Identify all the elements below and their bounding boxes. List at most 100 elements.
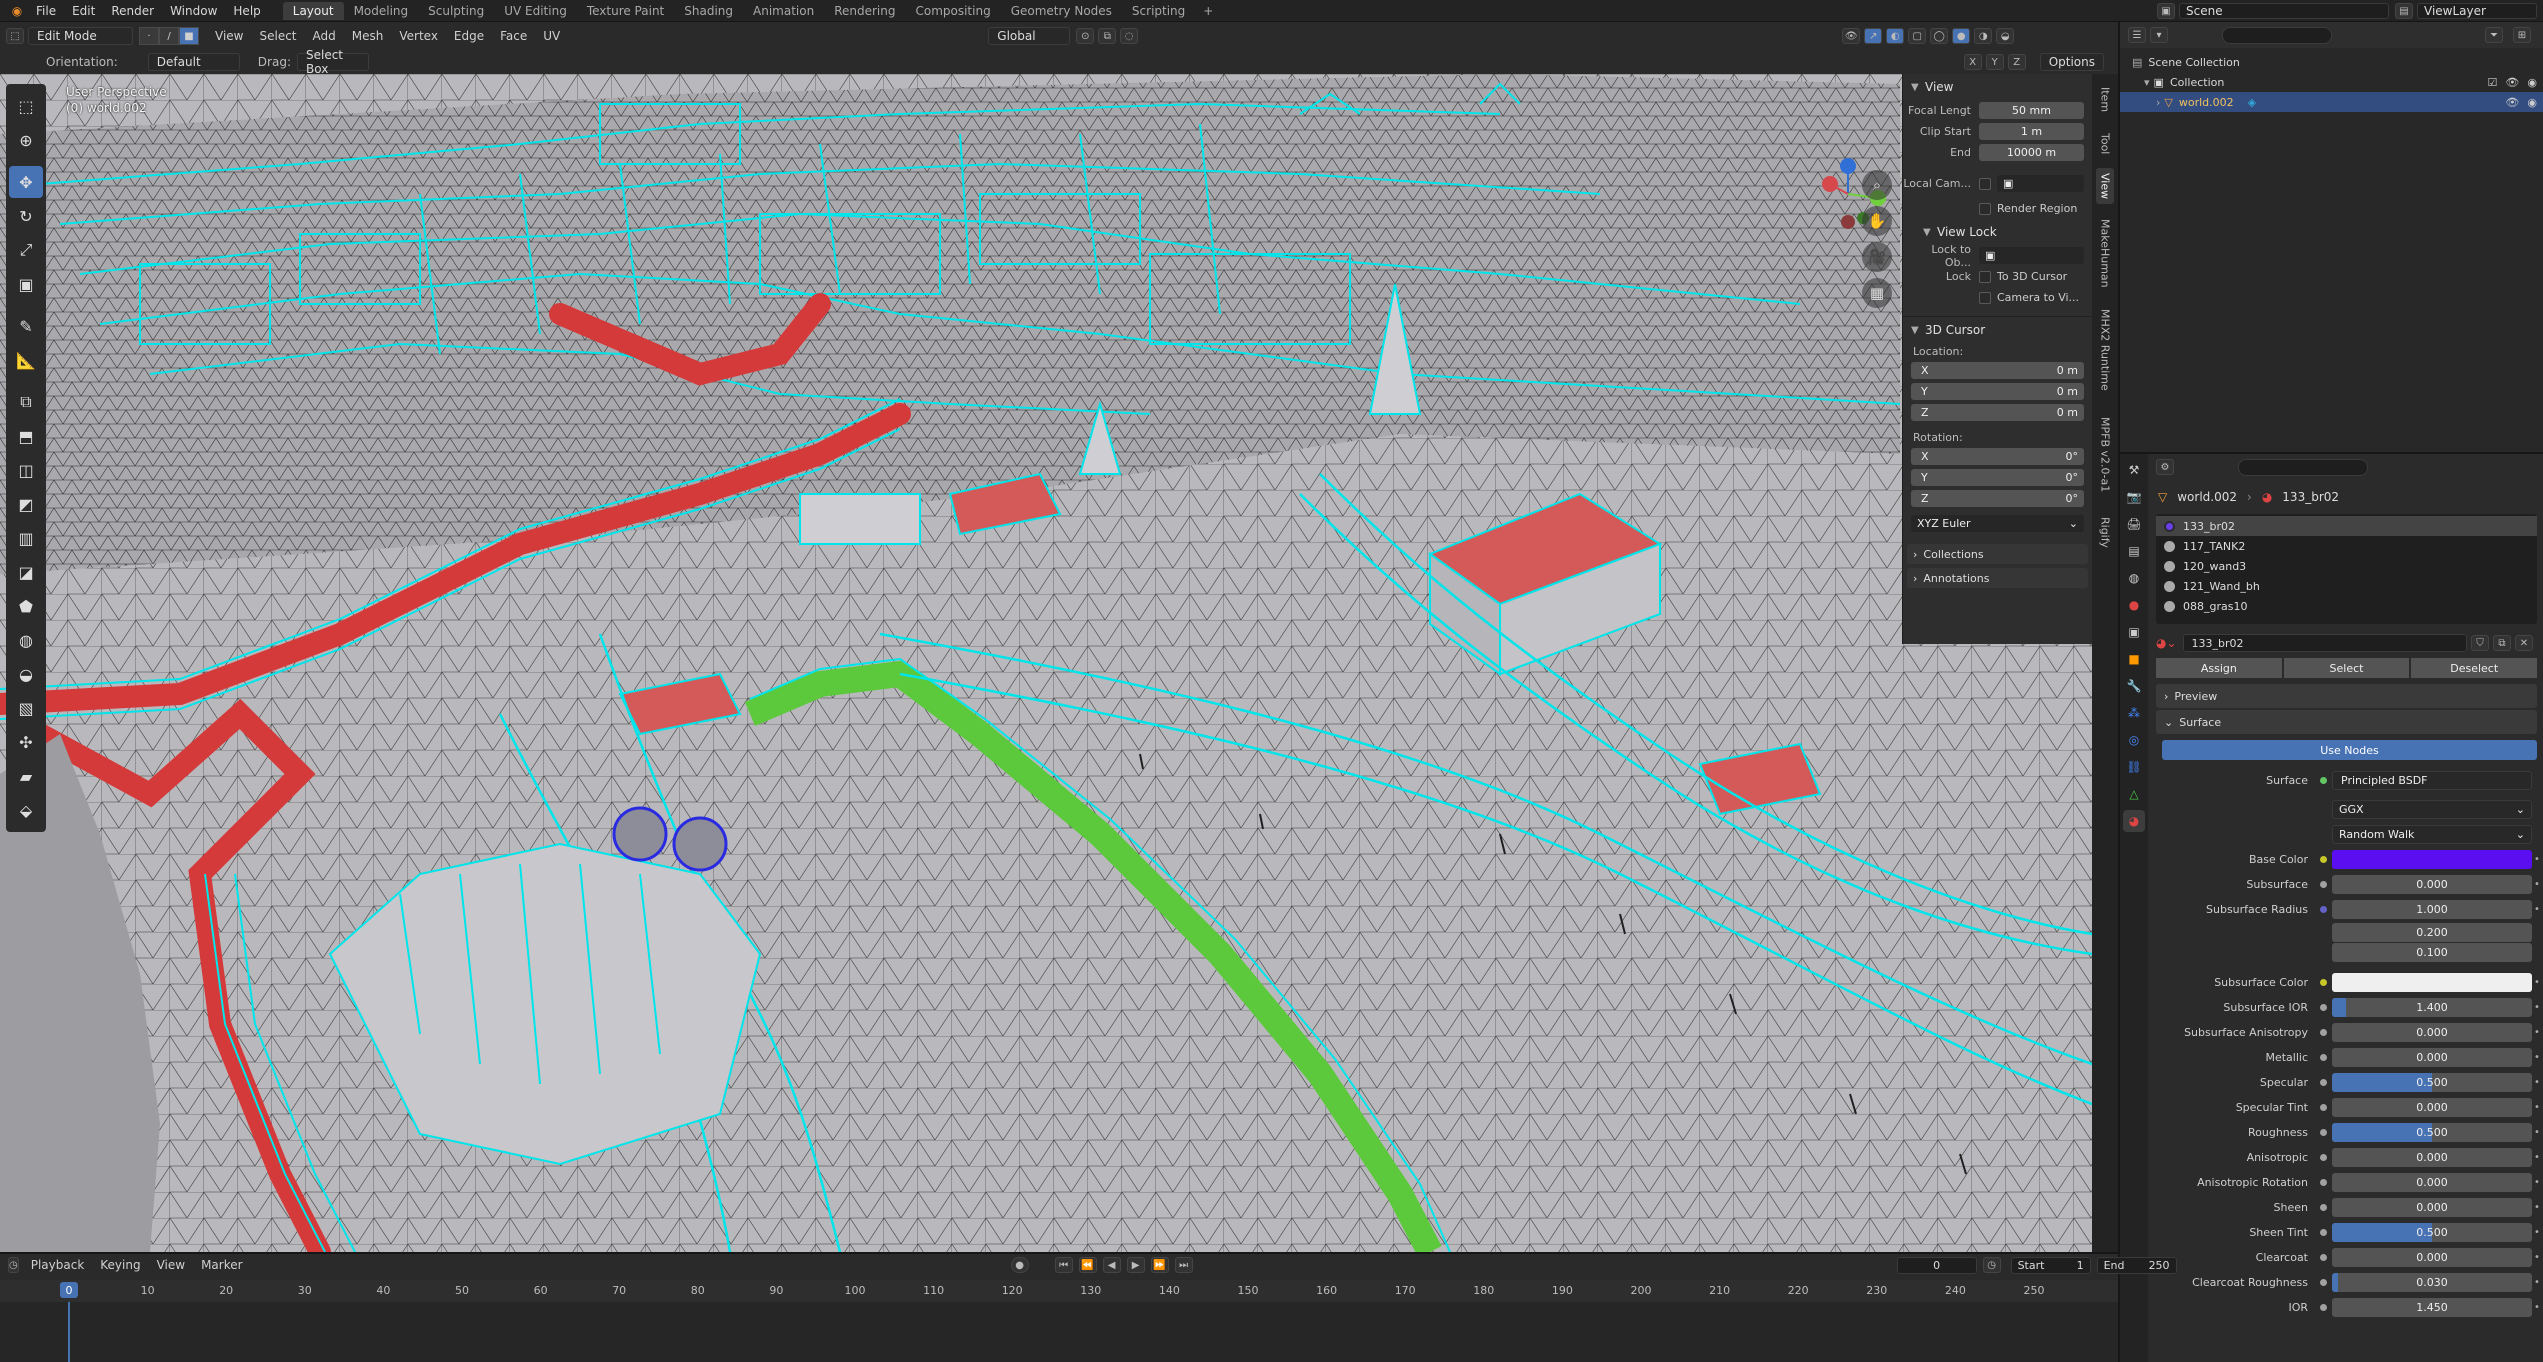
properties-editor-icon[interactable]: ⚙ [2156,459,2174,475]
object-render-icon[interactable]: ◉ [2527,96,2537,109]
timeline-menu-playback[interactable]: Playback [23,1258,93,1272]
jump-start-icon[interactable]: ⏮ [1054,1257,1073,1273]
menu-render[interactable]: Render [103,4,162,18]
filter-icon[interactable]: ⏷ [2485,27,2503,43]
tab-uv-editing[interactable]: UV Editing [494,2,577,20]
start-frame-field[interactable]: Start 1 [2010,1256,2091,1274]
shear-tool-icon[interactable]: ▰ [9,760,43,792]
scene-properties-icon[interactable]: ◍ [2123,567,2145,589]
timeline-track-area[interactable] [0,1302,2118,1362]
material-slot[interactable]: 120_wand3 [2156,556,2537,576]
tab-layout[interactable]: Layout [282,1,344,20]
inset-tool-icon[interactable]: ◫ [9,454,43,486]
sidebar-tab-rigify[interactable]: Rigify [2096,514,2114,550]
timeline-menu-view[interactable]: View [149,1258,193,1272]
sheen-field[interactable]: 0.000 [2332,1198,2532,1217]
material-browse-icon[interactable]: ◕⌄ [2156,636,2177,650]
options-dropdown[interactable]: Options [2039,53,2104,71]
face-select-mode-icon[interactable]: ■ [179,27,199,45]
tool-properties-icon[interactable]: ⚒ [2123,459,2145,481]
world-properties-icon[interactable]: ● [2123,594,2145,616]
timeline-menu-keying[interactable]: Keying [92,1258,148,1272]
surface-shader-field[interactable]: Principled BSDF [2332,771,2532,790]
drag-selector[interactable]: Select Box [296,48,369,76]
sidebar-tab-view[interactable]: View [2096,168,2114,204]
constraints-properties-icon[interactable]: ⛓ [2123,756,2145,778]
subsurface-field[interactable]: 0.000 [2332,875,2532,894]
view-layer-properties-icon[interactable]: ▤ [2123,540,2145,562]
sidebar-tab-mpfb-v2-0-a1[interactable]: MPFB v2.0-a1 [2096,404,2114,506]
subsurface-ior-field[interactable]: 1.400 [2332,998,2532,1017]
viewport-menu-face[interactable]: Face [492,29,535,43]
subsurface-radius-z-field[interactable]: 0.100 [2332,942,2532,962]
cursor-rotation-y-field[interactable]: Y 0° [1911,469,2084,486]
use-nodes-button[interactable]: Use Nodes [2162,740,2537,760]
clip-start-field[interactable]: 1 m [1979,123,2084,140]
jump-end-icon[interactable]: ⏭ [1174,1257,1193,1273]
view-section-header[interactable]: ▼ View [1903,74,2092,100]
tab-texture-paint[interactable]: Texture Paint [577,2,674,20]
rip-region-tool-icon[interactable]: ⬙ [9,794,43,826]
fake-user-icon[interactable]: ⛉ [2471,635,2489,651]
camera-view-icon[interactable]: 🎥 [1862,242,1892,272]
outliner-editor-icon[interactable]: ☰ [2128,27,2146,43]
proportional-edit-icon[interactable]: ◌ [1120,28,1139,44]
cursor-tool-icon[interactable]: ⊕ [9,124,43,156]
base-color-swatch[interactable] [2332,850,2532,869]
viewport-menu-edge[interactable]: Edge [446,29,492,43]
outliner-object-row[interactable]: › ▽ world.002 ◈ 👁 ◉ [2120,92,2543,112]
end-frame-field[interactable]: End 250 [2096,1256,2177,1274]
clearcoat-field[interactable]: 0.000 [2332,1248,2532,1267]
edge-select-mode-icon[interactable]: / [159,27,179,45]
current-frame-field[interactable]: 0 [1896,1256,1977,1274]
duplicate-material-icon[interactable]: ⧉ [2493,635,2511,651]
transform-tool-icon[interactable]: ▣ [9,268,43,300]
view-layer-selector[interactable]: ViewLayer [2417,3,2537,19]
outliner-search-input[interactable] [2222,26,2332,44]
sidebar-tab-tool[interactable]: Tool [2096,126,2114,162]
select-button[interactable]: Select [2283,658,2410,678]
material-slot[interactable]: 133_br02 [2156,516,2537,536]
to-3d-cursor-checkbox[interactable] [1979,270,1991,283]
scale-tool-icon[interactable]: ⤢ [9,234,43,266]
edge-slide-tool-icon[interactable]: ▧ [9,692,43,724]
menu-help[interactable]: Help [225,4,268,18]
visibility-icon[interactable]: 👁 [1842,28,1861,44]
bevel-tool-icon[interactable]: ◩ [9,488,43,520]
mirror-z-button[interactable]: Z [2007,54,2026,70]
3d-cursor-header[interactable]: ▼ 3D Cursor [1903,316,2092,343]
menu-edit[interactable]: Edit [64,4,103,18]
local-camera-checkbox[interactable] [1979,177,1991,190]
ior-field[interactable]: 1.450 [2332,1298,2532,1317]
render-properties-icon[interactable]: 📷 [2123,486,2145,508]
perspective-grid-icon[interactable]: ▦ [1862,278,1892,308]
render-region-checkbox[interactable] [1979,202,1991,215]
play-icon[interactable]: ▶ [1126,1257,1145,1273]
data-properties-icon[interactable]: △ [2123,783,2145,805]
subsurface-method-select[interactable]: Random Walk ⌄ [2332,825,2532,844]
anisotropic-field[interactable]: 0.000 [2332,1148,2532,1167]
timeline-ruler[interactable]: 0 10 20 30 40 50 60 70 80 90 100 110 120 130 140 150 160… [0,1280,2118,1302]
subsurface-color-swatch[interactable] [2332,973,2532,992]
annotate-tool-icon[interactable]: ✎ [9,310,43,342]
viewport-menu-select[interactable]: Select [251,29,304,43]
next-keyframe-icon[interactable]: ⏩ [1150,1257,1169,1273]
orientation-selector[interactable]: Default [147,53,240,71]
scene-collection-row[interactable]: ▤ Scene Collection [2120,52,2543,72]
modifier-properties-icon[interactable]: 🔧 [2123,675,2145,697]
material-properties-icon[interactable]: ◕ [2123,810,2145,832]
sidebar-tab-item[interactable]: Item [2096,82,2114,118]
annotations-section[interactable]: › Annotations [1907,568,2088,588]
cursor-location-x-field[interactable]: X0 m [1911,362,2084,379]
preview-panel-header[interactable]: › Preview [2156,684,2537,708]
object-properties-icon[interactable]: ■ [2123,648,2145,670]
roughness-field[interactable]: 0.500 [2332,1123,2532,1142]
view-layer-icon[interactable]: ▤ [2395,3,2413,19]
rotate-tool-icon[interactable]: ↻ [9,200,43,232]
menu-window[interactable]: Window [162,4,225,18]
subsurface-radius-x-field[interactable]: 1.000 [2332,900,2532,919]
material-name-field[interactable]: 133_br02 [2182,634,2467,652]
specular-field[interactable]: 0.500 [2332,1073,2532,1092]
loop-cut-tool-icon[interactable]: ▥ [9,522,43,554]
camera-to-view-checkbox[interactable] [1979,291,1991,304]
